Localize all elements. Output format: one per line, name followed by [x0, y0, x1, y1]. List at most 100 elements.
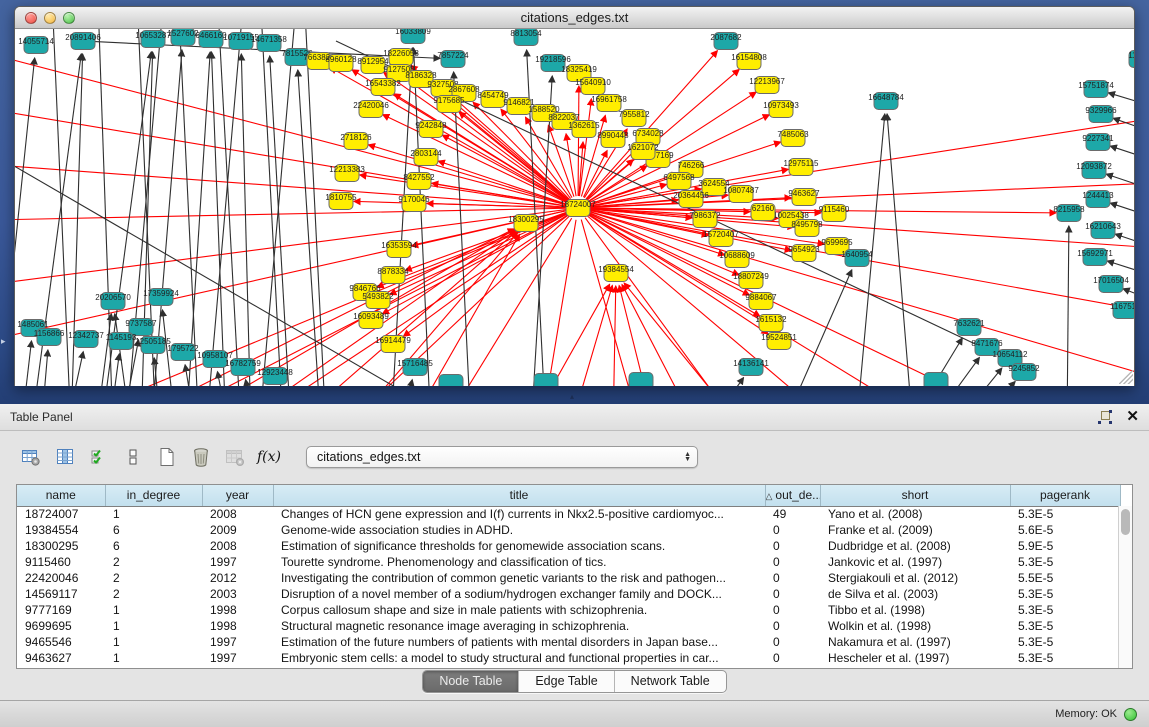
citation-edge[interactable]: [177, 29, 199, 386]
citation-edge[interactable]: [298, 70, 321, 386]
graph-node[interactable]: 12505185: [135, 337, 171, 354]
citation-edge-selected[interactable]: [566, 134, 576, 196]
graph-node[interactable]: 1527602: [167, 29, 199, 46]
select-columns-icon[interactable]: [84, 441, 114, 473]
citation-edge-selected[interactable]: [390, 213, 567, 295]
citation-edge[interactable]: [1115, 234, 1134, 263]
citation-edge-selected[interactable]: [541, 220, 576, 386]
tab-network-table[interactable]: Network Table: [614, 671, 726, 692]
graph-node[interactable]: 16093489: [353, 312, 389, 329]
graph-node[interactable]: 5493822: [362, 292, 394, 309]
graph-node[interactable]: 2803144: [410, 149, 442, 166]
graph-node[interactable]: 16353594: [381, 241, 417, 258]
graph-node[interactable]: 1795722: [167, 344, 199, 361]
citation-edge[interactable]: [706, 378, 744, 386]
citation-edge-selected[interactable]: [587, 160, 633, 201]
graph-node[interactable]: 6497568: [663, 173, 695, 190]
citation-edge-selected[interactable]: [613, 286, 616, 386]
graph-node[interactable]: 9227341: [1082, 134, 1114, 151]
graph-node[interactable]: 15751874: [1078, 81, 1114, 98]
citation-edge[interactable]: [206, 29, 246, 386]
citation-edge[interactable]: [1067, 226, 1069, 386]
column-header-pagerank[interactable]: pagerank: [1010, 485, 1120, 506]
graph-node[interactable]: 10688609: [719, 251, 755, 268]
zoom-window-button[interactable]: [63, 12, 75, 24]
table-row[interactable]: 2242004622012Investigating the contribut…: [17, 570, 1120, 586]
graph-node[interactable]: 19384554: [598, 265, 634, 282]
table-row[interactable]: 1830029562008Estimation of significance …: [17, 538, 1120, 554]
graph-node[interactable]: 19524851: [761, 333, 797, 350]
graph-node[interactable]: 7632621: [953, 319, 985, 336]
graph-node[interactable]: 8960128: [325, 55, 357, 72]
table-row[interactable]: 946362711997Embryonic stem cells: a mode…: [17, 650, 1120, 666]
graph-node[interactable]: 20206570: [95, 293, 131, 310]
citation-edge[interactable]: [216, 29, 241, 386]
graph-node[interactable]: [629, 373, 653, 387]
citation-edge[interactable]: [969, 382, 1015, 386]
graph-node[interactable]: 1810755: [325, 193, 357, 210]
graph-node[interactable]: 1362615: [568, 121, 600, 138]
citation-edge[interactable]: [401, 380, 412, 386]
graph-node[interactable]: 7485063: [777, 130, 809, 147]
show-columns-icon[interactable]: [50, 441, 80, 473]
window-resize-grip-icon[interactable]: [1119, 370, 1133, 384]
graph-node[interactable]: 9175685: [433, 96, 465, 113]
column-header-short[interactable]: short: [820, 485, 1010, 506]
table-row[interactable]: 1938455462009Genome-wide association stu…: [17, 522, 1120, 538]
graph-node[interactable]: 17016504: [1093, 276, 1129, 293]
column-header-year[interactable]: year: [202, 485, 273, 506]
table-row[interactable]: 1456911722003Disruption of a novel membe…: [17, 586, 1120, 602]
graph-node[interactable]: 14136141: [733, 359, 769, 376]
graph-node[interactable]: 16210643: [1085, 222, 1121, 239]
graph-node[interactable]: 16961758: [591, 95, 627, 112]
citation-edge-selected[interactable]: [403, 215, 568, 336]
row-height-icon[interactable]: [118, 441, 148, 473]
graph-node[interactable]: 20364456: [673, 191, 709, 208]
collapse-left-panel-arrow-icon[interactable]: ▸: [1, 336, 6, 347]
graph-node[interactable]: 12093872: [1076, 162, 1112, 179]
citation-edge[interactable]: [186, 52, 210, 386]
scrollbar-thumb[interactable]: [1121, 509, 1130, 535]
graph-node[interactable]: 20891406: [65, 33, 101, 50]
graph-node[interactable]: 1244413: [1082, 191, 1114, 208]
citation-edge[interactable]: [951, 368, 1002, 386]
citation-edge[interactable]: [246, 380, 256, 386]
graph-node[interactable]: 9329966: [1085, 106, 1117, 123]
citation-edge-selected[interactable]: [622, 285, 699, 386]
graph-node[interactable]: 9884067: [745, 293, 777, 310]
graph-node[interactable]: [534, 374, 558, 387]
graph-node[interactable]: 1145193: [106, 333, 137, 350]
citation-edge[interactable]: [1110, 146, 1134, 176]
graph-node[interactable]: 9245852: [1008, 364, 1040, 381]
network-canvas[interactable]: 1872400718300295193845541405571420891406…: [15, 29, 1134, 386]
graph-node[interactable]: 17359924: [143, 289, 179, 306]
close-window-button[interactable]: [25, 12, 37, 24]
table-row[interactable]: 977716911998Corpus callosum shape and si…: [17, 602, 1120, 618]
table-row[interactable]: 1872400712008Changes of HCN gene express…: [17, 506, 1120, 522]
citation-edge-selected[interactable]: [15, 101, 566, 206]
graph-node[interactable]: 12213383: [329, 165, 365, 182]
graph-node[interactable]: 8990448: [597, 131, 629, 148]
citation-edge[interactable]: [41, 350, 48, 386]
graph-node[interactable]: 7986372: [689, 211, 721, 228]
citation-edge[interactable]: [781, 270, 852, 386]
graph-node[interactable]: 9463627: [788, 189, 820, 206]
graph-node[interactable]: 1167511: [1110, 302, 1134, 319]
window-titlebar[interactable]: citations_edges.txt: [15, 7, 1134, 29]
citation-edge-selected[interactable]: [360, 175, 566, 206]
minimize-window-button[interactable]: [44, 12, 56, 24]
graph-node[interactable]: 15720407: [703, 230, 739, 247]
graph-node[interactable]: 9654923: [788, 245, 820, 262]
graph-node[interactable]: 7857224: [437, 51, 469, 68]
delete-table-icon[interactable]: [186, 441, 216, 473]
graph-node[interactable]: 7955812: [618, 110, 650, 127]
citation-edge-selected[interactable]: [15, 161, 566, 207]
memory-status-icon[interactable]: [1124, 708, 1137, 721]
table-settings-icon[interactable]: [16, 441, 46, 473]
citation-edge-selected[interactable]: [590, 209, 1134, 251]
citation-edge[interactable]: [21, 341, 31, 386]
graph-node[interactable]: 2718126: [340, 133, 372, 150]
citation-edge-selected[interactable]: [619, 286, 656, 386]
new-document-icon[interactable]: [152, 441, 182, 473]
citation-edge-selected[interactable]: [15, 210, 566, 291]
